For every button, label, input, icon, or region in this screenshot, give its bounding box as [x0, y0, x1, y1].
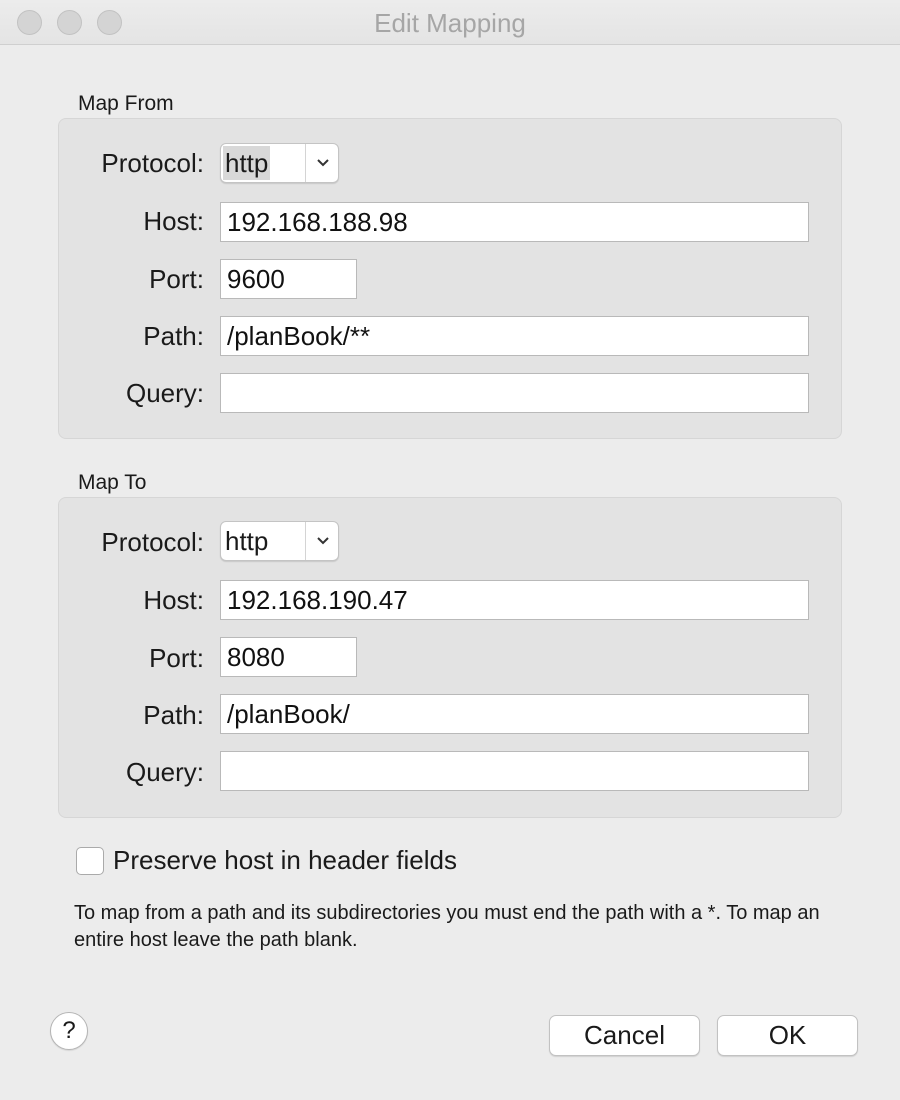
map-from-host-field[interactable]: 192.168.188.98	[220, 202, 809, 242]
map-from-path-label: Path:	[143, 321, 204, 351]
ok-button[interactable]: OK	[717, 1015, 858, 1056]
map-from-query-label: Query:	[125, 378, 204, 408]
cancel-button[interactable]: Cancel	[549, 1015, 700, 1056]
map-from-protocol-value: http	[223, 146, 271, 180]
preserve-host-label[interactable]: Preserve host in header fields	[113, 845, 457, 876]
map-from-host-label: Host:	[143, 206, 204, 236]
select-divider	[305, 144, 306, 182]
map-from-query-field[interactable]	[220, 373, 809, 413]
help-button[interactable]: ?	[50, 1012, 88, 1050]
title-bar: Edit Mapping	[0, 0, 900, 45]
help-text: To map from a path and its subdirectorie…	[74, 902, 820, 951]
map-to-protocol-label: Protocol:	[101, 527, 204, 557]
map-to-port-field[interactable]: 8080	[220, 637, 357, 677]
map-to-path-label: Path:	[143, 700, 204, 730]
map-to-port-label: Port:	[149, 643, 204, 673]
chevron-down-icon	[317, 537, 329, 545]
map-to-heading: Map To	[78, 471, 147, 494]
map-from-heading: Map From	[78, 92, 174, 115]
map-from-protocol-select[interactable]: http	[220, 143, 339, 183]
window-title: Edit Mapping	[374, 8, 526, 38]
map-to-path-field[interactable]: /planBook/	[220, 694, 809, 734]
map-to-protocol-select[interactable]: http	[220, 521, 339, 561]
map-from-port-field[interactable]: 9600	[220, 259, 357, 299]
chevron-down-icon	[317, 159, 329, 167]
map-from-path-field[interactable]: /planBook/**	[220, 316, 809, 356]
map-to-host-label: Host:	[143, 585, 204, 615]
map-to-query-label: Query:	[125, 757, 204, 787]
preserve-host-checkbox[interactable]	[76, 847, 104, 875]
map-to-host-field[interactable]: 192.168.190.47	[220, 580, 809, 620]
map-to-query-field[interactable]	[220, 751, 809, 791]
map-to-protocol-value: http	[225, 526, 269, 556]
select-divider	[305, 522, 306, 560]
map-from-protocol-label: Protocol:	[101, 148, 204, 178]
map-from-port-label: Port:	[149, 264, 204, 294]
